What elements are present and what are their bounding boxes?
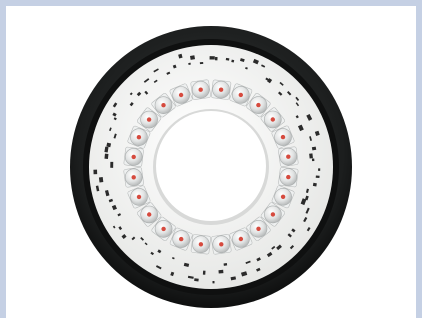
smd-component xyxy=(212,280,215,284)
ring-light-photo xyxy=(70,26,352,308)
led xyxy=(211,234,232,255)
smd-component xyxy=(194,278,199,282)
smd-component xyxy=(93,169,98,175)
led xyxy=(123,146,144,168)
smd-component xyxy=(110,161,114,168)
smd-component xyxy=(104,153,109,159)
led xyxy=(190,79,211,100)
smd-component xyxy=(312,182,317,187)
smd-component xyxy=(315,175,320,179)
smd-component xyxy=(209,56,215,60)
smd-component xyxy=(98,176,104,183)
smd-component xyxy=(309,153,313,159)
led xyxy=(278,146,299,167)
led xyxy=(123,167,144,188)
smd-component xyxy=(311,158,315,162)
smd-component xyxy=(231,59,235,63)
smd-component xyxy=(218,269,224,274)
smd-component xyxy=(199,61,204,65)
center-hole xyxy=(156,111,266,221)
led xyxy=(278,166,299,188)
smd-component xyxy=(190,55,196,60)
led xyxy=(210,79,232,100)
smd-component xyxy=(311,146,317,151)
smd-component xyxy=(318,168,321,171)
smd-component xyxy=(106,142,112,148)
smd-component xyxy=(223,262,228,266)
smd-component xyxy=(202,270,206,275)
smd-component xyxy=(214,56,218,61)
led xyxy=(190,234,212,255)
